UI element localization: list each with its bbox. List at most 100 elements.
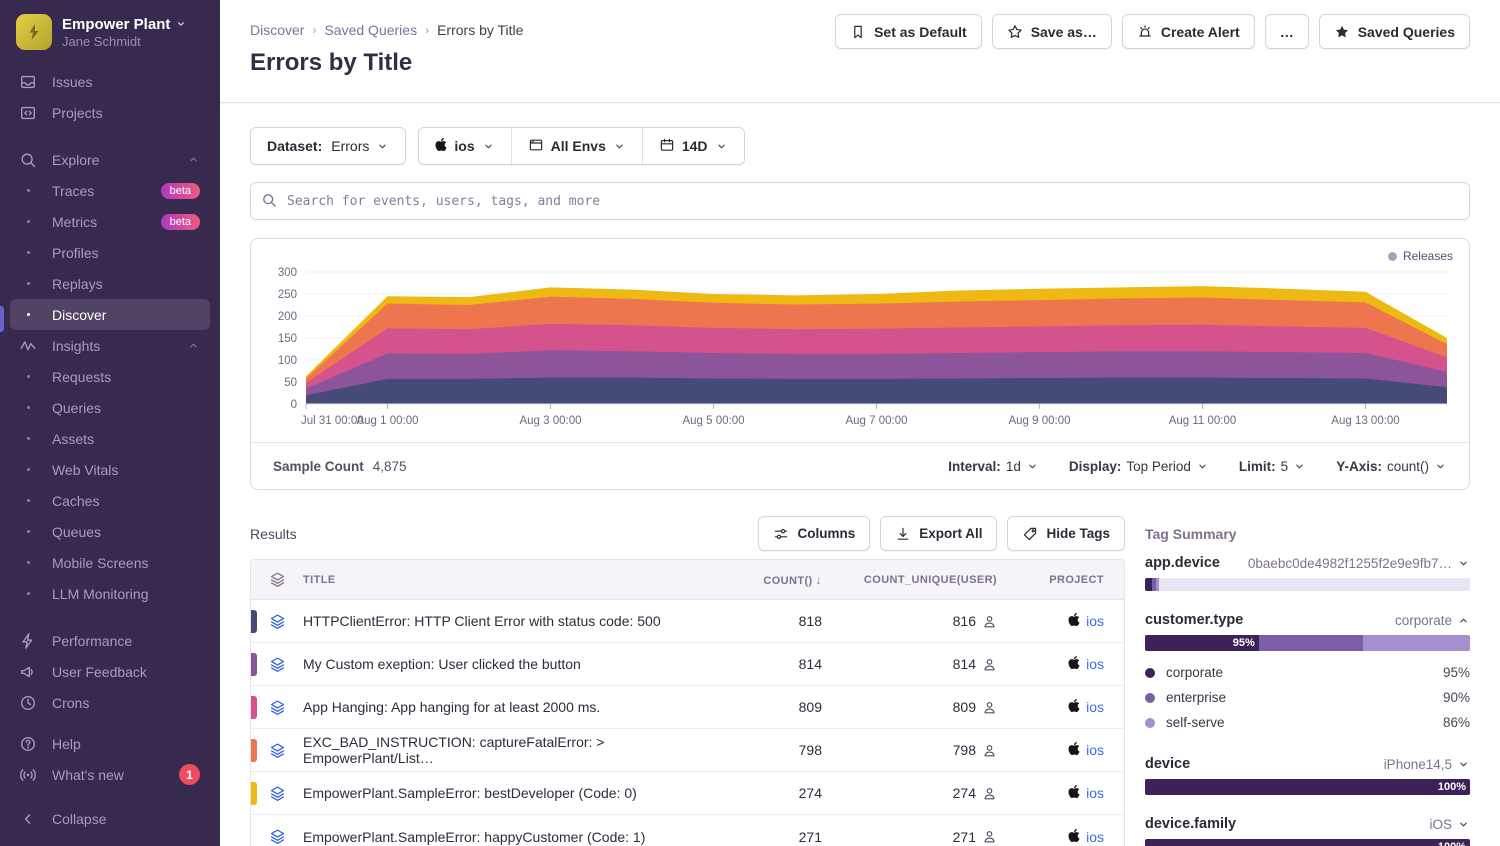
layers-icon[interactable] [251,656,303,673]
row-expand-cell[interactable] [251,600,303,643]
table-row: EXC_BAD_INSTRUCTION: captureFatalError: … [251,729,1124,772]
unique-count: 814 [844,656,997,672]
ios-filter[interactable]: ios [419,128,510,164]
collapse-button[interactable]: Collapse [0,803,220,834]
tag-bar-segment [1363,635,1470,651]
sidebar-item-discover[interactable]: Discover [10,299,210,330]
interval-control[interactable]: Interval:1d [948,459,1039,474]
sidebar-item-issues[interactable]: Issues [0,66,220,97]
project-link[interactable]: ios [1086,613,1104,629]
project-link[interactable]: ios [1086,829,1104,845]
sidebar-item-projects[interactable]: Projects [0,97,220,128]
row-title-cell[interactable]: HTTPClientError: HTTP Client Error with … [303,600,734,643]
sidebar-item-profiles[interactable]: Profiles [0,237,220,268]
apple-icon [1068,655,1080,673]
sidebar-item-explore[interactable]: Explore [0,144,220,175]
project-link[interactable]: ios [1086,656,1104,672]
save-as-button[interactable]: Save as… [992,14,1112,49]
sidebar-item-caches[interactable]: Caches [0,485,220,516]
sidebar-item-queries[interactable]: Queries [0,392,220,423]
breadcrumb-saved-queries[interactable]: Saved Queries [324,22,417,38]
event-title[interactable]: EXC_BAD_INSTRUCTION: captureFatalError: … [303,734,604,766]
sidebar-item-assets[interactable]: Assets [0,423,220,454]
tag-value-dropdown[interactable]: iOS [1429,817,1470,832]
display-control[interactable]: Display:Top Period [1069,459,1209,474]
column-label: COUNT_UNIQUE(USER) [864,574,997,586]
row-unique-cell: 809 [844,686,1019,729]
sidebar-item-label: Requests [52,369,111,385]
more-options-button[interactable]: … [1265,14,1309,49]
hide-tags-button[interactable]: Hide Tags [1007,516,1125,551]
project-link[interactable]: ios [1086,785,1104,801]
sidebar-item-queues[interactable]: Queues [0,516,220,547]
sliders-icon [773,526,789,542]
columns-button[interactable]: Columns [758,516,870,551]
event-title[interactable]: HTTPClientError: HTTP Client Error with … [303,613,661,629]
sidebar-item-llm-monitoring[interactable]: LLM Monitoring [0,578,220,609]
event-title[interactable]: App Hanging: App hanging for at least 20… [303,699,600,715]
sidebar-item-help[interactable]: Help [0,728,220,759]
sidebar-item-user-feedback[interactable]: User Feedback [0,656,220,687]
row-title-cell[interactable]: EmpowerPlant.SampleError: happyCustomer … [303,815,734,846]
event-title[interactable]: EmpowerPlant.SampleError: bestDeveloper … [303,785,637,801]
sidebar-item-traces[interactable]: Tracesbeta [0,175,220,206]
column-header-title[interactable]: TITLE [303,560,734,600]
tag-distribution-bar [1145,578,1470,591]
sidebar-item-replays[interactable]: Replays [0,268,220,299]
search-input[interactable] [250,182,1470,220]
sidebar-item-what-s-new[interactable]: What's new1 [0,759,220,790]
project-cell: ios [1019,698,1104,716]
row-expand-cell[interactable] [251,686,303,729]
tag-header: app.device0baebc0de4982f1255f2e9e9fb7… [1145,555,1470,571]
row-title-cell[interactable]: App Hanging: App hanging for at least 20… [303,686,734,729]
14d-filter[interactable]: 14D [642,128,744,164]
event-title[interactable]: My Custom exeption: User clicked the but… [303,656,581,672]
y-axis-control[interactable]: Y-Axis:count() [1336,459,1447,474]
layers-icon[interactable] [251,785,303,802]
releases-legend[interactable]: Releases [1388,249,1453,263]
all-envs-filter[interactable]: All Envs [511,128,642,164]
sidebar-item-web-vitals[interactable]: Web Vitals [0,454,220,485]
tag-value-dot [1145,718,1155,728]
export-all-button[interactable]: Export All [880,516,997,551]
column-header-count-unique-user[interactable]: COUNT_UNIQUE(USER) [844,560,1019,600]
row-expand-cell[interactable] [251,772,303,815]
sidebar-item-metrics[interactable]: Metricsbeta [0,206,220,237]
create-alert-button[interactable]: Create Alert [1122,14,1255,49]
column-header-project[interactable]: PROJECT [1019,560,1124,600]
sidebar-item-requests[interactable]: Requests [0,361,220,392]
sidebar-item-label: Queries [52,400,101,416]
org-switcher[interactable]: Empower Plant Jane Schmidt [0,0,220,60]
layers-icon[interactable] [251,699,303,716]
tag-value-dropdown[interactable]: 0baebc0de4982f1255f2e9e9fb7… [1248,556,1470,571]
breadcrumb-discover[interactable]: Discover [250,22,304,38]
saved-queries-button[interactable]: Saved Queries [1319,14,1470,49]
limit-control[interactable]: Limit:5 [1239,459,1306,474]
layers-icon[interactable] [251,828,303,845]
tag-value-dropdown[interactable]: corporate [1395,613,1470,628]
tag-value-dropdown[interactable]: iPhone14,5 [1384,757,1470,772]
project-link[interactable]: ios [1086,699,1104,715]
project-link[interactable]: ios [1086,742,1104,758]
column-header-count[interactable]: COUNT()↓ [734,560,844,600]
row-expand-cell[interactable] [251,815,303,846]
row-title-cell[interactable]: EmpowerPlant.SampleError: bestDeveloper … [303,772,734,815]
row-title-cell[interactable]: EXC_BAD_INSTRUCTION: captureFatalError: … [303,729,734,772]
beta-badge: beta [161,214,200,230]
row-expand-cell[interactable] [251,729,303,772]
breadcrumb-errors-by-title: Errors by Title [437,22,523,38]
layers-icon[interactable] [251,613,303,630]
set-as-default-button[interactable]: Set as Default [835,14,982,49]
dataset-select[interactable]: Dataset: Errors [250,127,406,165]
sidebar-item-crons[interactable]: Crons [0,687,220,718]
sidebar-item-insights[interactable]: Insights [0,330,220,361]
layers-icon[interactable] [251,742,303,759]
row-expand-cell[interactable] [251,643,303,686]
tag-summary-panel: Tag Summary app.device0baebc0de4982f1255… [1145,516,1470,846]
event-title[interactable]: EmpowerPlant.SampleError: happyCustomer … [303,829,645,845]
bullet-icon [18,406,38,409]
row-title-cell[interactable]: My Custom exeption: User clicked the but… [303,643,734,686]
sidebar-item-performance[interactable]: Performance [0,625,220,656]
sidebar-item-mobile-screens[interactable]: Mobile Screens [0,547,220,578]
lower-section: Results ColumnsExport AllHide Tags TITLE… [250,516,1470,846]
